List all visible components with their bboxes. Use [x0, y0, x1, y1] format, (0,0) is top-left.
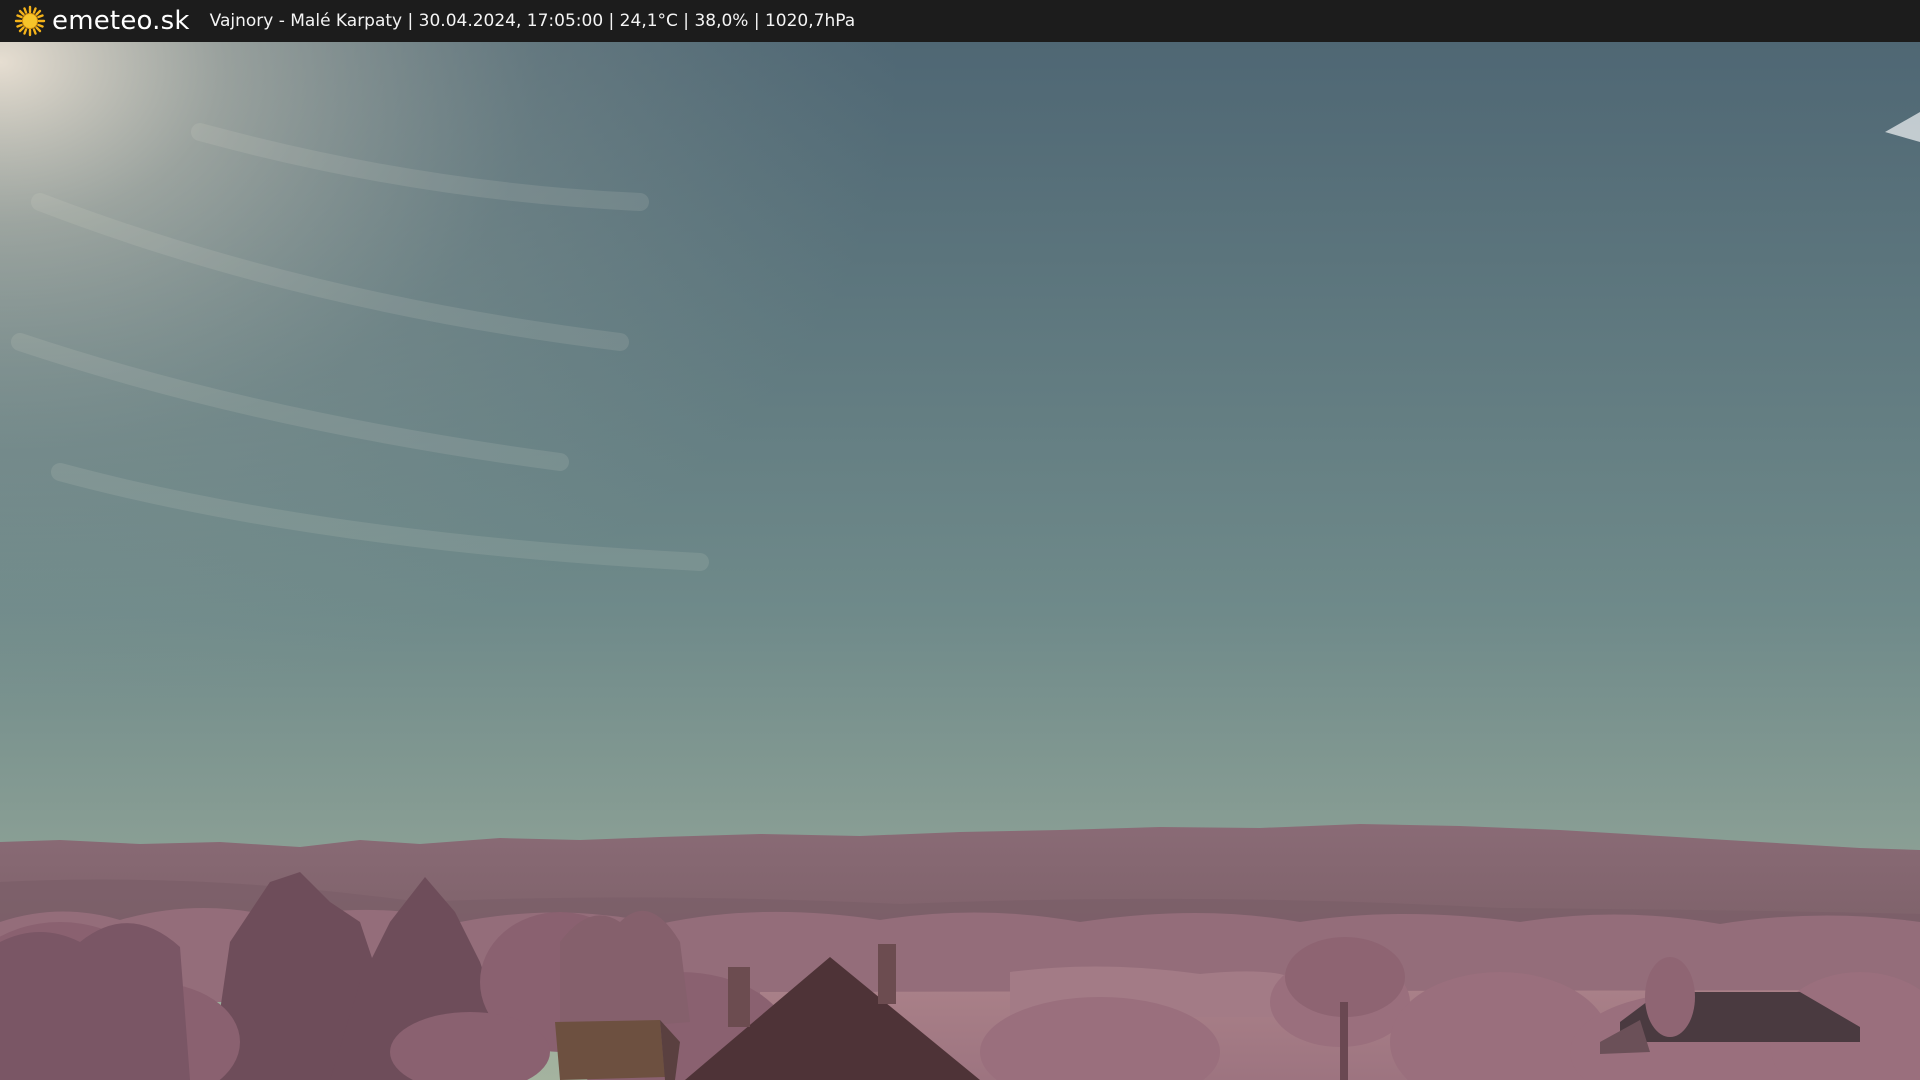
webcam-caption: Vajnory - Malé Karpaty | 30.04.2024, 17:…: [209, 11, 856, 31]
logo-text: emeteo.sk: [52, 6, 190, 36]
webcam-image: [0, 42, 1920, 1080]
house-left: [555, 1020, 680, 1080]
sun-icon: [14, 5, 46, 37]
logo[interactable]: emeteo.sk: [14, 5, 190, 37]
top-bar: emeteo.sk Vajnory - Malé Karpaty | 30.04…: [0, 0, 1920, 42]
